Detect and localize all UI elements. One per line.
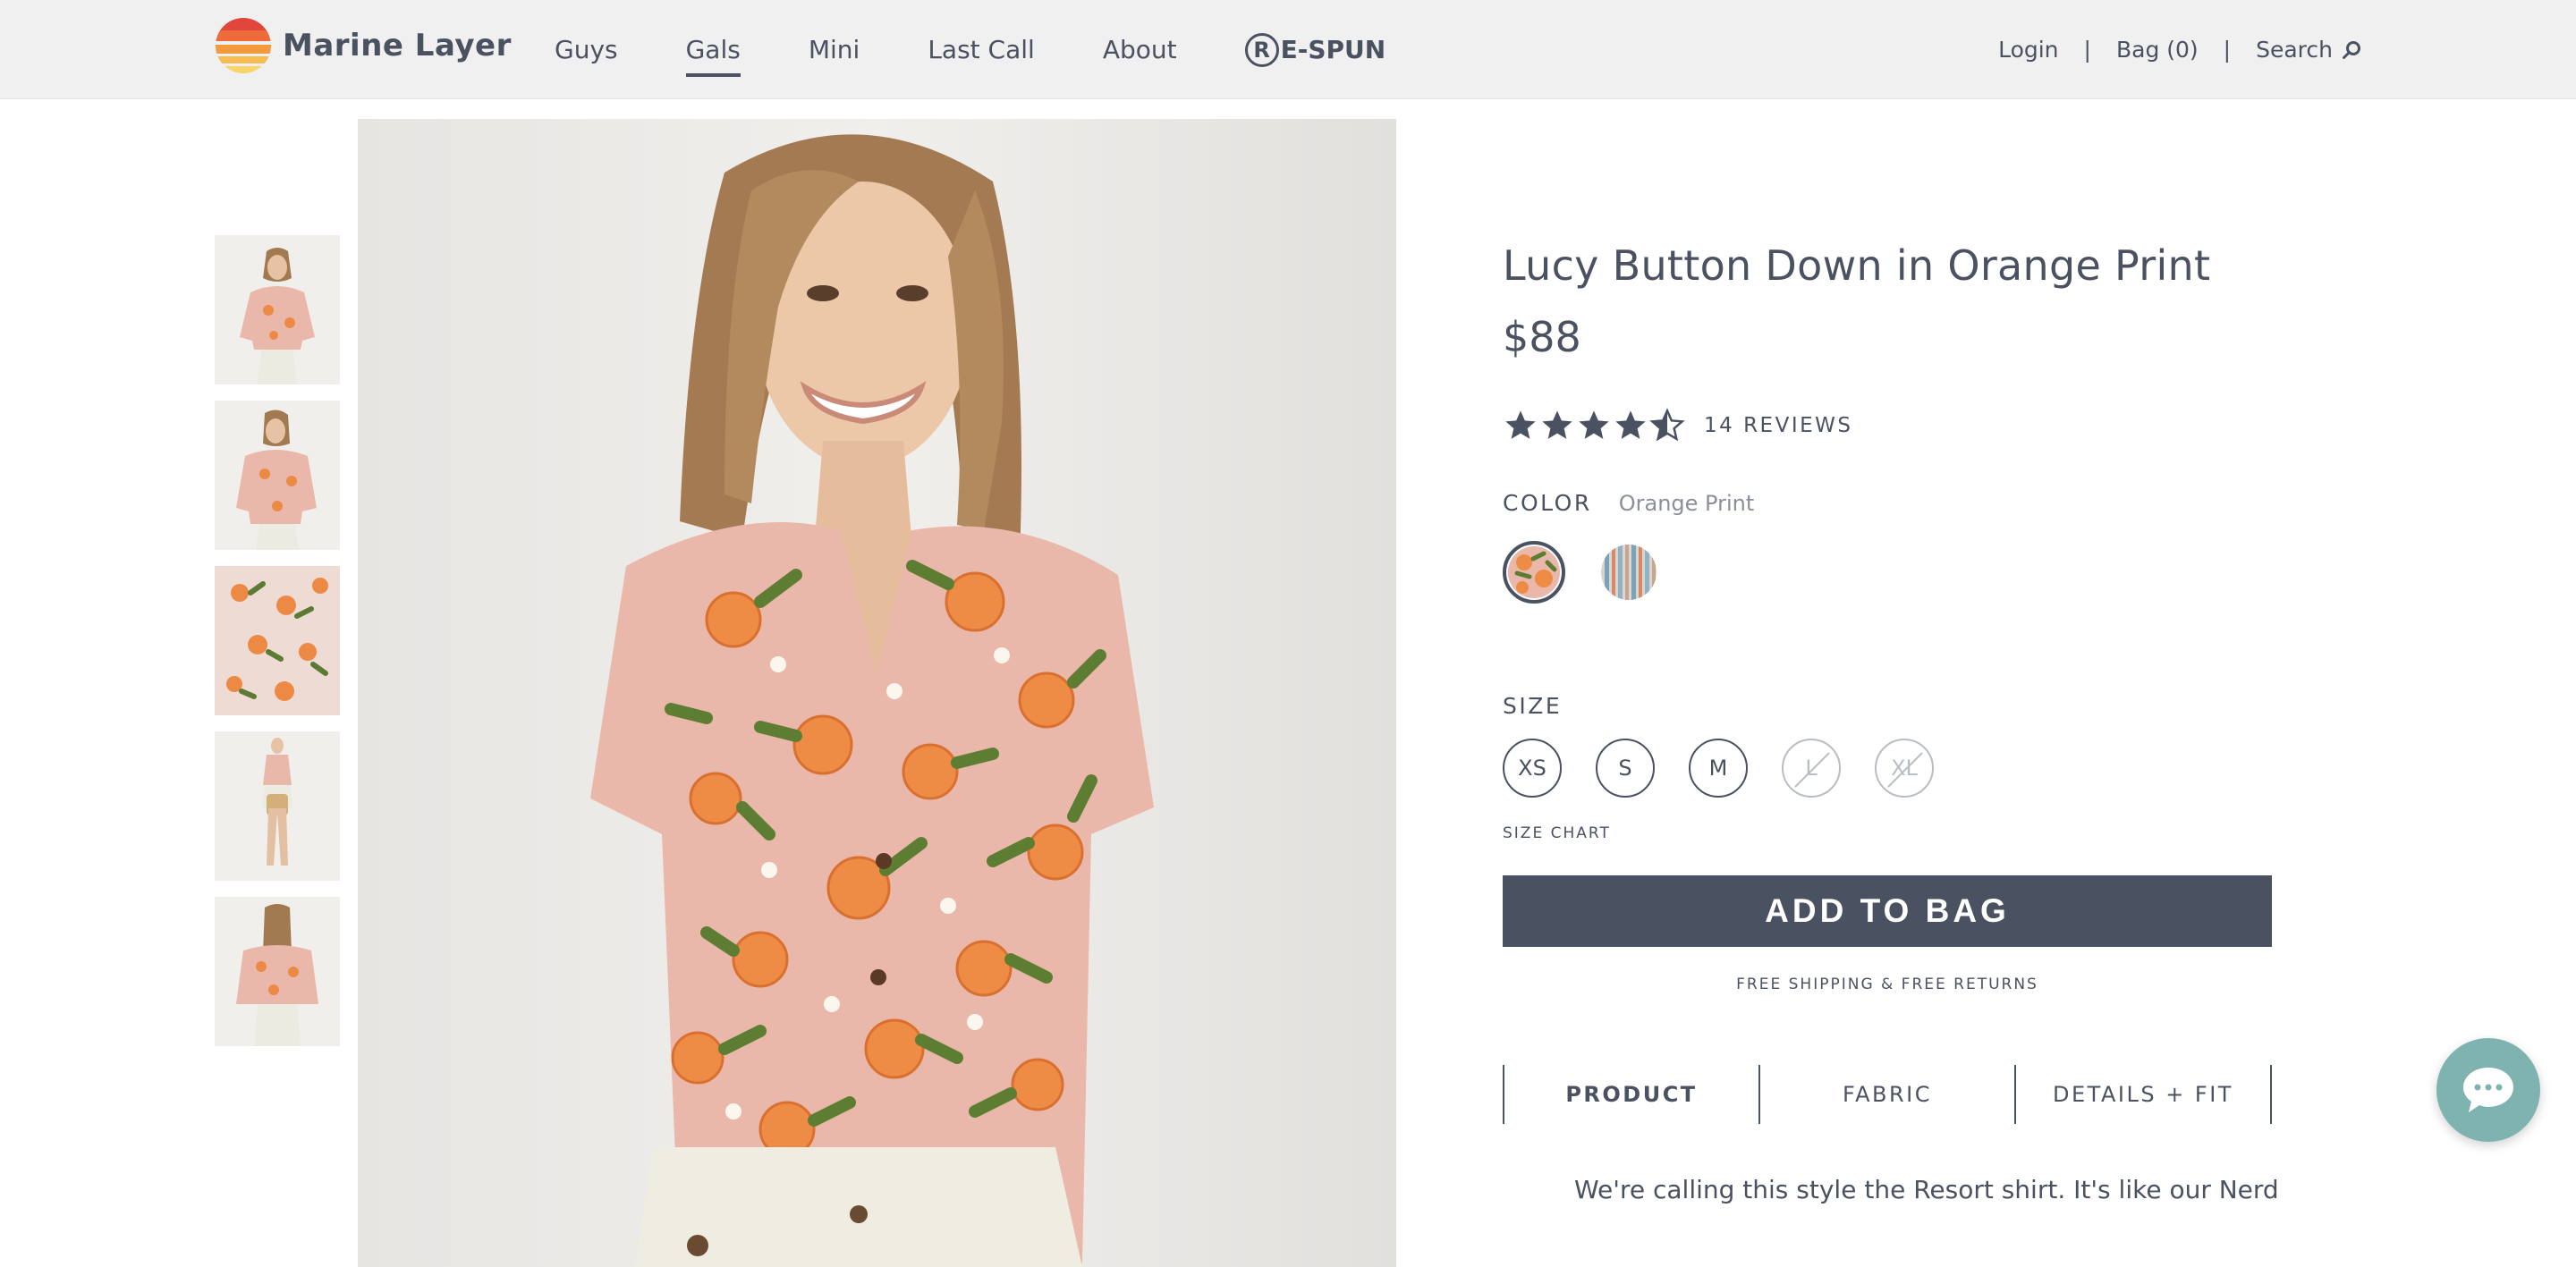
star-icon (1505, 410, 1536, 439)
star-icon (1615, 410, 1646, 439)
nav-respun[interactable]: R E-SPUN (1244, 0, 1386, 99)
util-separator: | (2223, 37, 2232, 63)
chat-bubble-icon (2463, 1068, 2513, 1112)
registered-r-icon: R (1244, 32, 1279, 67)
main-nav: Guys Gals Mini Last Call About R E-SPUN (555, 0, 1453, 99)
search-label: Search (2256, 37, 2333, 63)
size-s[interactable]: S (1596, 739, 1655, 798)
thumbnail-3[interactable] (215, 566, 340, 715)
size-m[interactable]: M (1689, 739, 1748, 798)
brand-name: Marine Layer (283, 28, 512, 63)
nav-guys[interactable]: Guys (555, 0, 618, 99)
nav-about[interactable]: About (1103, 0, 1177, 99)
site-header: Marine Layer Guys Gals Mini Last Call Ab… (0, 0, 2576, 99)
product-description: We're calling this style the Resort shir… (1574, 1175, 2279, 1204)
product-tabs: PRODUCT FABRIC DETAILS + FIT (1503, 1065, 2272, 1124)
nav-mini[interactable]: Mini (809, 0, 860, 99)
color-label: COLOR (1503, 490, 1592, 516)
swatch-stripe[interactable] (1597, 541, 1660, 604)
brand-logo[interactable]: Marine Layer (216, 18, 512, 73)
thumbnail-2[interactable] (215, 401, 340, 550)
color-value: Orange Print (1618, 491, 1755, 516)
search-icon (2343, 40, 2360, 59)
tab-fabric[interactable]: FABRIC (1758, 1065, 2014, 1124)
star-icon (1579, 410, 1609, 439)
color-row: COLOR Orange Print (1503, 490, 2272, 516)
bag-link[interactable]: Bag (0) (2116, 37, 2199, 63)
star-icon (1542, 410, 1572, 439)
half-star-icon (1649, 408, 1685, 442)
star-rating (1503, 408, 1686, 443)
size-xl[interactable]: XL (1875, 739, 1934, 798)
product-info: Lucy Button Down in Orange Print $88 14 … (1503, 241, 2279, 1208)
main-product-image[interactable] (358, 119, 1396, 1267)
size-options: XS S M L XL (1503, 739, 2272, 798)
nav-last-call[interactable]: Last Call (928, 0, 1035, 99)
utility-nav: Login | Bag (0) | Search (1998, 0, 2361, 99)
swatch-orange-print[interactable] (1503, 541, 1565, 604)
tab-product[interactable]: PRODUCT (1503, 1065, 1758, 1124)
thumbnail-4[interactable] (215, 731, 340, 881)
size-chart-link[interactable]: SIZE CHART (1503, 824, 2272, 842)
tab-details-fit[interactable]: DETAILS + FIT (2014, 1065, 2272, 1124)
size-l[interactable]: L (1782, 739, 1841, 798)
util-separator: | (2083, 37, 2091, 63)
thumbnail-1[interactable] (215, 235, 340, 384)
add-to-bag-button[interactable]: ADD TO BAG (1503, 875, 2272, 947)
chat-button[interactable] (2436, 1038, 2540, 1142)
size-label: SIZE (1503, 693, 1563, 719)
product-rating[interactable]: 14 REVIEWS (1503, 408, 2272, 443)
respun-label: E-SPUN (1280, 35, 1386, 64)
thumbnail-list (215, 235, 340, 1062)
sunset-logo-icon (216, 18, 271, 73)
search-link[interactable]: Search (2256, 37, 2361, 63)
login-link[interactable]: Login (1998, 37, 2058, 63)
thumbnail-5[interactable] (215, 897, 340, 1046)
nav-gals[interactable]: Gals (685, 0, 741, 99)
product-price: $88 (1503, 313, 1581, 361)
product-title: Lucy Button Down in Orange Print (1503, 241, 2211, 290)
shipping-note: FREE SHIPPING & FREE RETURNS (1736, 976, 2038, 993)
reviews-link[interactable]: 14 REVIEWS (1704, 414, 1852, 437)
color-swatches (1503, 541, 2272, 604)
size-xs[interactable]: XS (1503, 739, 1562, 798)
